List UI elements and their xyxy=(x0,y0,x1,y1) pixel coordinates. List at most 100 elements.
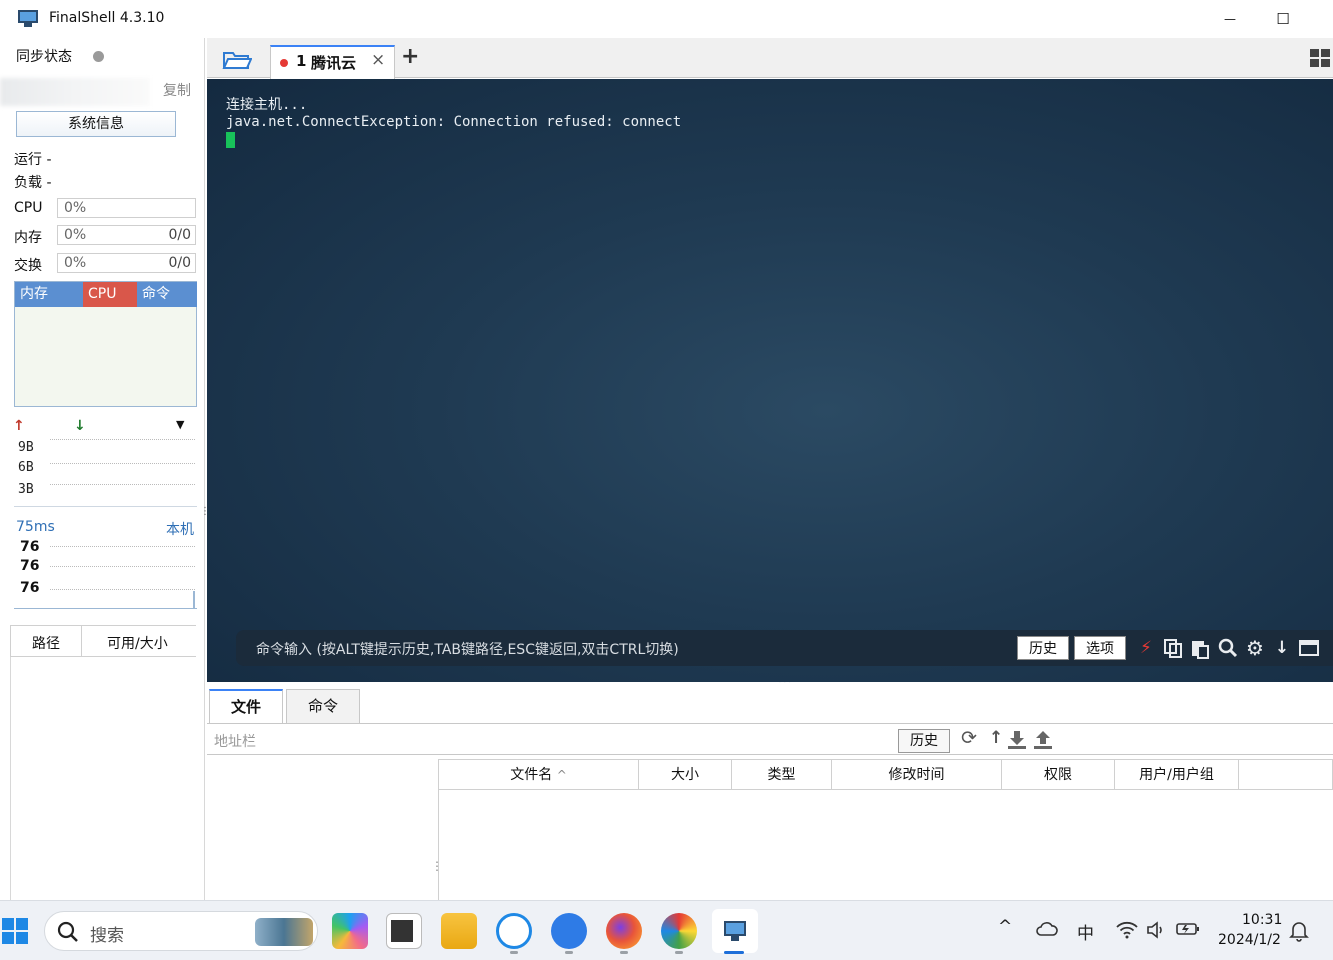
parent-folder-icon[interactable]: ↑ xyxy=(989,728,1003,748)
volume-icon[interactable] xyxy=(1146,921,1166,939)
browser-icon[interactable] xyxy=(661,913,697,949)
add-tab-icon[interactable]: + xyxy=(401,44,419,69)
terminal-app-glyph xyxy=(391,920,413,942)
notification-bell-icon[interactable] xyxy=(1289,920,1309,942)
session-tab-bar: 1 腾讯云 × + xyxy=(207,38,1333,79)
running-indicator xyxy=(565,951,573,954)
net-tick-6b: 6B xyxy=(18,460,34,475)
scroll-down-icon[interactable]: ↓ xyxy=(1271,637,1293,659)
ping-target[interactable]: 本机 xyxy=(166,519,194,539)
lightning-icon[interactable]: ⚡ xyxy=(1135,637,1157,659)
gear-icon[interactable]: ⚙ xyxy=(1244,637,1266,659)
upload-arrow-icon: ↑ xyxy=(13,418,25,434)
terminal-app-icon[interactable] xyxy=(386,913,422,949)
disk-col-available[interactable]: 可用/大小 xyxy=(107,633,168,653)
net-grid-line xyxy=(50,484,195,485)
col-modified[interactable]: 修改时间 xyxy=(832,760,1002,790)
col-permissions[interactable]: 权限 xyxy=(1002,760,1115,790)
tab-commands[interactable]: 命令 xyxy=(286,689,360,723)
file-explorer-icon[interactable] xyxy=(441,913,477,949)
paste-icon[interactable] xyxy=(1189,637,1211,659)
search-icon[interactable] xyxy=(1217,637,1239,659)
command-history-button[interactable]: 历史 xyxy=(1017,636,1069,660)
address-input[interactable]: 地址栏 xyxy=(214,731,256,751)
col-size[interactable]: 大小 xyxy=(639,760,732,790)
search-highlight-image xyxy=(255,918,313,946)
ping-grid-line xyxy=(50,589,195,590)
path-history-button[interactable]: 历史 xyxy=(898,729,950,753)
sort-ascending-icon: ^ xyxy=(556,768,567,782)
process-tab-command[interactable]: 命令 xyxy=(137,282,197,307)
ping-value: 76 xyxy=(20,558,40,574)
tab-files[interactable]: 文件 xyxy=(209,689,283,723)
network-interface-dropdown-icon[interactable]: ▼ xyxy=(176,418,184,431)
file-list[interactable] xyxy=(439,790,1333,900)
copy-icon[interactable] xyxy=(1162,637,1184,659)
col-owner[interactable]: 用户/用户组 xyxy=(1115,760,1239,790)
terminal-view[interactable]: 连接主机... java.net.ConnectException: Conne… xyxy=(207,79,1333,682)
ping-latency: 75ms xyxy=(16,519,55,535)
wifi-icon[interactable] xyxy=(1116,921,1138,939)
system-info-button[interactable]: 系统信息 xyxy=(16,111,176,137)
clock-date[interactable]: 2024/1/2 xyxy=(1218,932,1281,948)
chat-app-icon[interactable] xyxy=(496,913,532,949)
disk-table-header: 路径 可用/大小 xyxy=(10,625,196,657)
finalshell-taskbar-button[interactable] xyxy=(712,909,758,953)
clock-time[interactable]: 10:31 xyxy=(1242,912,1282,928)
cpu-label: CPU xyxy=(14,200,43,216)
net-tick-9b: 9B xyxy=(18,440,34,455)
session-tab-index: 1 xyxy=(296,52,307,70)
memory-percent: 0% xyxy=(64,227,87,243)
disconnected-status-icon xyxy=(280,59,288,67)
ping-chart-baseline xyxy=(14,608,197,609)
col-filename[interactable]: 文件名 ^ xyxy=(439,760,639,790)
col-type[interactable]: 类型 xyxy=(732,760,832,790)
ping-value: 76 xyxy=(20,539,40,555)
session-tab-label: 腾讯云 xyxy=(311,54,357,72)
download-arrow-icon: ↓ xyxy=(74,418,86,434)
refresh-icon[interactable]: ⟳ xyxy=(961,727,977,749)
close-tab-icon[interactable]: × xyxy=(371,50,385,70)
disk-table-border xyxy=(10,657,11,900)
ping-grid-line xyxy=(50,566,195,567)
uptime-label: 运行 - xyxy=(14,152,52,168)
taskbar-search-box[interactable]: 搜索 xyxy=(44,911,318,951)
process-tab-cpu[interactable]: CPU xyxy=(83,282,137,307)
input-method-indicator[interactable]: 中 xyxy=(1077,919,1094,944)
cpu-percent: 0% xyxy=(64,200,87,216)
sogou-icon[interactable] xyxy=(551,913,587,949)
command-input-hint[interactable]: 命令输入 (按ALT键提示历史,TAB键路径,ESC键返回,双击CTRL切换) xyxy=(256,639,679,659)
close-window-button[interactable]: ✕ xyxy=(1287,6,1333,32)
command-options-button[interactable]: 选项 xyxy=(1074,636,1126,660)
copy-ip-link[interactable]: 复制 xyxy=(163,80,191,100)
directory-tree[interactable] xyxy=(207,755,437,900)
finalshell-logo-icon xyxy=(18,10,38,27)
firefox-icon[interactable] xyxy=(606,913,642,949)
battery-icon[interactable] xyxy=(1176,921,1200,937)
open-folder-icon[interactable] xyxy=(222,49,252,71)
terminal-line: java.net.ConnectException: Connection re… xyxy=(226,114,682,130)
layout-grid-icon[interactable] xyxy=(1309,48,1331,68)
maximize-terminal-icon[interactable] xyxy=(1298,637,1320,659)
disk-col-path[interactable]: 路径 xyxy=(32,633,60,653)
copilot-icon[interactable] xyxy=(332,913,368,949)
file-manager-panel: 文件 命令 地址栏 历史 ⟳ ↑ ⋮ 文件名 ^ 大小 类型 修改时间 权限 用… xyxy=(207,683,1333,900)
sync-status-label: 同步状态 xyxy=(16,49,72,65)
file-table-header: 文件名 ^ 大小 类型 修改时间 权限 用户/用户组 xyxy=(438,759,1333,790)
minimize-button[interactable]: — xyxy=(1207,6,1253,32)
process-tab-memory[interactable]: 内存 xyxy=(15,282,83,307)
net-grid-line xyxy=(50,463,195,464)
download-file-icon[interactable] xyxy=(1007,730,1027,750)
cpu-meter: 0% xyxy=(57,198,196,218)
process-table: 内存 CPU 命令 xyxy=(14,281,197,407)
windows-start-icon[interactable] xyxy=(2,918,28,944)
show-hidden-icons-icon[interactable]: ^ xyxy=(998,917,1012,937)
command-input-bar[interactable]: 命令输入 (按ALT键提示历史,TAB键路径,ESC键返回,双击CTRL切换) … xyxy=(236,630,1333,666)
onedrive-cloud-icon[interactable] xyxy=(1036,921,1058,937)
upload-file-icon[interactable] xyxy=(1033,730,1053,750)
load-label: 负载 - xyxy=(14,175,52,191)
session-tab-tencent-cloud[interactable]: 1 腾讯云 × xyxy=(270,45,395,79)
running-indicator xyxy=(510,951,518,954)
swap-label: 交换 xyxy=(14,258,42,274)
swap-meter: 0% 0/0 xyxy=(57,253,196,273)
